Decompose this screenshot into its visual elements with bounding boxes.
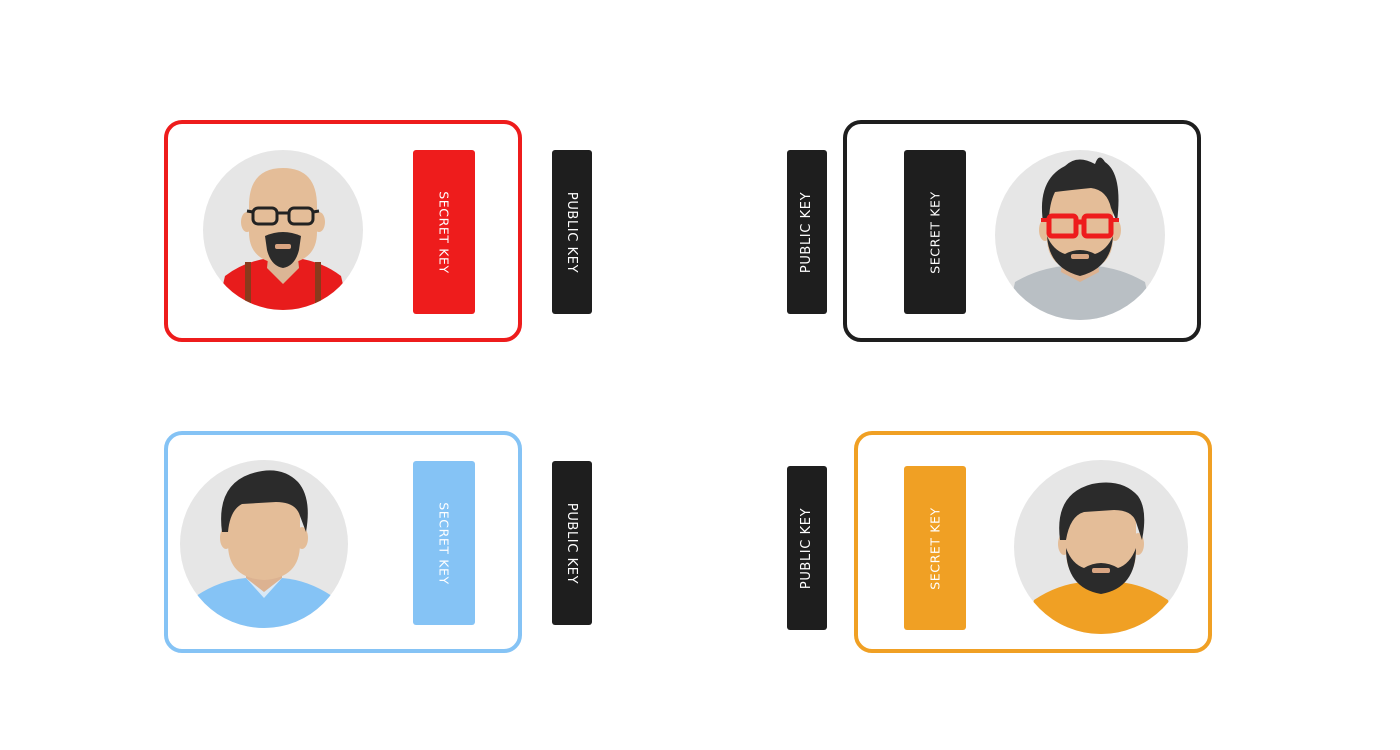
secret-key-label: SECRET KEY [927, 506, 943, 590]
man-with-dark-hair-icon [180, 460, 348, 628]
public-key-orange: PUBLIC KEY [787, 466, 827, 630]
secret-key-label: SECRET KEY [927, 190, 943, 274]
secret-key-blue: SECRET KEY [413, 461, 475, 625]
public-key-red: PUBLIC KEY [552, 150, 592, 314]
secret-key-red: SECRET KEY [413, 150, 475, 314]
public-key-black: PUBLIC KEY [787, 150, 827, 314]
secret-key-orange: SECRET KEY [904, 466, 966, 630]
bald-man-with-glasses-icon [203, 150, 363, 310]
public-key-blue: PUBLIC KEY [552, 461, 592, 625]
man-with-red-glasses-icon [995, 150, 1165, 320]
public-key-label: PUBLIC KEY [799, 507, 815, 589]
public-key-label: PUBLIC KEY [799, 191, 815, 273]
secret-key-label: SECRET KEY [436, 501, 452, 585]
public-key-label: PUBLIC KEY [564, 191, 580, 273]
public-key-label: PUBLIC KEY [564, 502, 580, 584]
secret-key-label: SECRET KEY [436, 190, 452, 274]
secret-key-black: SECRET KEY [904, 150, 966, 314]
bearded-man-icon [1014, 460, 1188, 634]
